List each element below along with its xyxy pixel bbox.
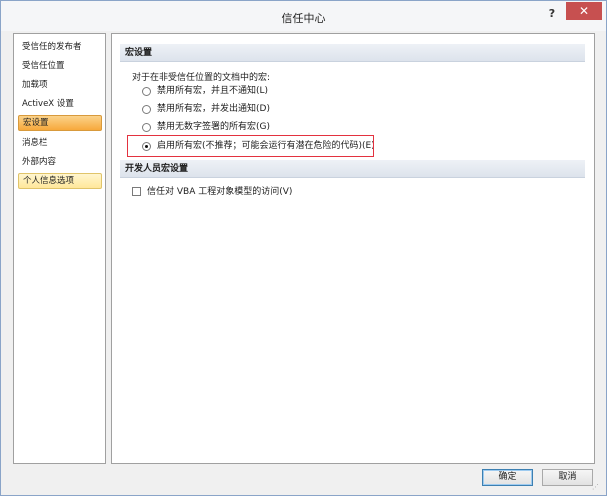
title-bar[interactable]: 信任中心 ? ✕ <box>1 1 606 31</box>
sidebar-item-activex-settings[interactable]: ActiveX 设置 <box>18 96 102 112</box>
macro-settings-header: 宏设置 <box>120 44 585 62</box>
sidebar-item-external-content[interactable]: 外部内容 <box>18 154 102 170</box>
sidebar-item-macro-settings[interactable]: 宏设置 <box>18 115 102 131</box>
developer-macro-settings-header: 开发人员宏设置 <box>120 160 585 178</box>
cancel-button[interactable]: 取消 <box>542 469 593 486</box>
sidebar-item-message-bar[interactable]: 消息栏 <box>18 135 102 151</box>
option-label: 禁用所有宏，并且不通知(L) <box>157 86 269 96</box>
sidebar-item-add-ins[interactable]: 加载项 <box>18 77 102 93</box>
radio-button-icon[interactable] <box>142 86 151 96</box>
trust-center-dialog: 信任中心 ? ✕ 受信任的发布者 受信任位置 加载项 ActiveX 设置 宏设… <box>0 0 607 496</box>
option-label: 禁用所有宏，并发出通知(D) <box>157 104 270 114</box>
ok-button[interactable]: 确定 <box>482 469 533 486</box>
sidebar-item-trusted-publishers[interactable]: 受信任的发布者 <box>18 39 102 55</box>
sidebar-nav: 受信任的发布者 受信任位置 加载项 ActiveX 设置 宏设置 消息栏 外部内… <box>13 33 106 464</box>
radio-button-icon[interactable] <box>142 104 151 114</box>
radio-disable-except-signed[interactable]: 禁用无数字签署的所有宏(G) <box>142 120 270 134</box>
macro-prompt-text: 对于在非受信任位置的文档中的宏: <box>132 73 271 83</box>
sidebar-item-trusted-locations[interactable]: 受信任位置 <box>18 58 102 74</box>
annotation-highlight-box <box>127 135 374 157</box>
radio-disable-with-notification[interactable]: 禁用所有宏，并发出通知(D) <box>142 102 270 116</box>
vba-access-label: 信任对 VBA 工程对象模型的访问(V) <box>147 187 293 197</box>
checkbox-icon[interactable] <box>132 187 141 196</box>
close-button[interactable]: ✕ <box>566 2 602 20</box>
radio-disable-without-notification[interactable]: 禁用所有宏，并且不通知(L) <box>142 84 268 98</box>
resize-grip-icon[interactable]: ⋰ <box>592 483 600 491</box>
dialog-title: 信任中心 <box>281 12 326 25</box>
sidebar-item-privacy-options[interactable]: 个人信息选项 <box>18 173 102 189</box>
close-icon: ✕ <box>578 4 590 18</box>
vba-access-checkbox-row[interactable]: 信任对 VBA 工程对象模型的访问(V) <box>132 185 292 199</box>
settings-panel: 宏设置 对于在非受信任位置的文档中的宏: 禁用所有宏，并且不通知(L) 禁用所有… <box>111 33 595 464</box>
option-label: 禁用无数字签署的所有宏(G) <box>157 122 270 132</box>
help-button[interactable]: ? <box>542 6 562 22</box>
radio-button-icon[interactable] <box>142 122 151 132</box>
